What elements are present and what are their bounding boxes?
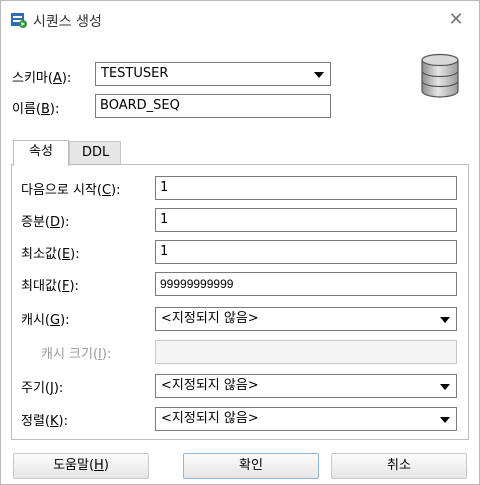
help-button[interactable]: 도움말(H): [13, 453, 149, 479]
name-label: 이름(B):: [12, 102, 60, 117]
tab-ddl[interactable]: DDL: [69, 141, 121, 164]
increment-label: 증분(D):: [21, 215, 70, 230]
schema-select-value: TESTUSER: [101, 66, 169, 81]
chevron-down-icon: [314, 72, 324, 78]
min-value-input[interactable]: 1: [155, 240, 457, 264]
cycle-select-value: <지정되지 않음>: [161, 378, 259, 393]
chevron-down-icon: [440, 384, 450, 390]
sequence-icon: [11, 13, 27, 28]
chevron-down-icon: [440, 317, 450, 323]
database-icon: [421, 53, 459, 98]
cycle-label: 주기(J):: [21, 381, 64, 396]
cache-select[interactable]: <지정되지 않음>: [155, 307, 457, 331]
max-value-input[interactable]: 99999999999: [155, 272, 457, 296]
name-input[interactable]: BOARD_SEQ: [95, 94, 331, 118]
cancel-button[interactable]: 취소: [331, 453, 467, 479]
cache-size-label: 캐시 크기(I):: [41, 347, 112, 362]
tab-properties[interactable]: 속성: [13, 140, 69, 166]
chevron-down-icon: [440, 417, 450, 423]
schema-select[interactable]: TESTUSER: [95, 62, 331, 86]
order-select-value: <지정되지 않음>: [161, 411, 259, 426]
schema-label: 스키마(A):: [12, 71, 72, 86]
order-label: 정렬(K):: [21, 414, 68, 429]
increment-input[interactable]: 1: [155, 208, 457, 232]
order-select[interactable]: <지정되지 않음>: [155, 407, 457, 431]
ok-button[interactable]: 확인: [183, 453, 319, 479]
cycle-select[interactable]: <지정되지 않음>: [155, 374, 457, 398]
window-title: 시퀀스 생성: [33, 14, 102, 30]
max-value-label: 최대값(F):: [21, 279, 79, 294]
close-icon[interactable]: ✕: [445, 9, 467, 31]
min-value-label: 최소값(E):: [21, 247, 80, 262]
cache-label: 캐시(G):: [21, 313, 70, 328]
start-label: 다음으로 시작(C):: [21, 183, 121, 198]
sequence-dialog: 시퀀스 생성 ✕ 스키마(A): TESTUSER 이름(B): BOARD_S…: [0, 0, 480, 485]
title-bar: 시퀀스 생성 ✕: [1, 1, 479, 39]
cache-size-input: [155, 340, 457, 364]
cache-select-value: <지정되지 않음>: [161, 311, 259, 326]
start-input[interactable]: 1: [155, 176, 457, 200]
properties-panel: [11, 164, 469, 440]
